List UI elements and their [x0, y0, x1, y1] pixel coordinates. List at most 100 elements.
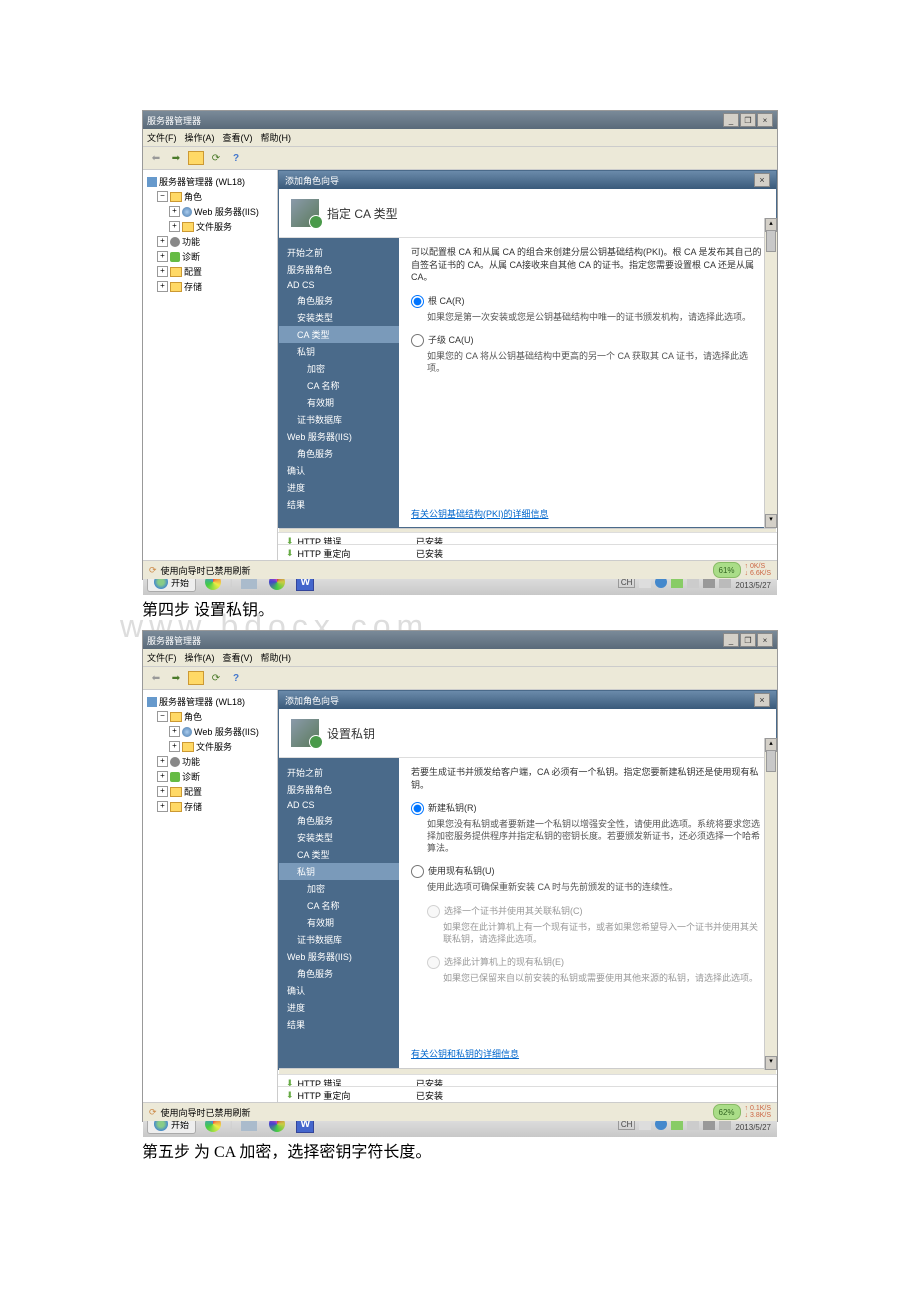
- pki-info-link[interactable]: 有关公钥基础结构(PKI)的详细信息: [411, 507, 549, 520]
- tree-features[interactable]: +功能: [145, 234, 275, 249]
- scroll-down-icon[interactable]: ▾: [765, 1056, 777, 1070]
- nav-forward-icon[interactable]: ➡: [167, 669, 185, 687]
- nav-confirm[interactable]: 确认: [279, 982, 399, 999]
- menu-help[interactable]: 帮助(H): [261, 131, 292, 144]
- menu-help[interactable]: 帮助(H): [261, 651, 292, 664]
- nav-crypto[interactable]: 加密: [279, 360, 399, 377]
- nav-web-iis[interactable]: Web 服务器(IIS): [279, 428, 399, 445]
- radio-new-key-input[interactable]: [411, 802, 424, 815]
- tree-roles[interactable]: −角色: [145, 189, 275, 204]
- radio-select-cert-label: 选择一个证书并使用其关联私钥(C): [444, 904, 583, 917]
- nav-server-roles[interactable]: 服务器角色: [279, 781, 399, 798]
- menu-file[interactable]: 文件(F): [147, 131, 177, 144]
- nav-progress[interactable]: 进度: [279, 479, 399, 496]
- folder-up-icon[interactable]: [187, 149, 205, 167]
- content-description: 若要生成证书并颁发给客户端，CA 必须有一个私钥。指定您要新建私钥还是使用现有私…: [411, 766, 764, 791]
- tree-root[interactable]: 服务器管理器 (WL18): [145, 694, 275, 709]
- http-redir-label: HTTP 重定向: [298, 547, 351, 560]
- nav-ca-name[interactable]: CA 名称: [279, 377, 399, 394]
- tree-storage[interactable]: +存储: [145, 799, 275, 814]
- minimize-button[interactable]: _: [723, 113, 739, 127]
- nav-adcs[interactable]: AD CS: [279, 278, 399, 292]
- tree-web-iis[interactable]: +Web 服务器(IIS): [145, 204, 275, 219]
- radio-sub-ca[interactable]: 子级 CA(U): [411, 333, 764, 347]
- radio-select-cert: 选择一个证书并使用其关联私钥(C): [411, 904, 764, 918]
- nav-back-icon[interactable]: ⬅: [147, 149, 165, 167]
- tree-diag[interactable]: +诊断: [145, 769, 275, 784]
- nav-web-iis[interactable]: Web 服务器(IIS): [279, 948, 399, 965]
- tree-file-svc[interactable]: +文件服务: [145, 739, 275, 754]
- refresh-icon[interactable]: ⟳: [207, 149, 225, 167]
- nav-crypto[interactable]: 加密: [279, 880, 399, 897]
- maximize-button[interactable]: ❐: [740, 113, 756, 127]
- radio-sub-ca-input[interactable]: [411, 334, 424, 347]
- tree-root[interactable]: 服务器管理器 (WL18): [145, 174, 275, 189]
- nav-before[interactable]: 开始之前: [279, 244, 399, 261]
- key-info-link[interactable]: 有关公钥和私钥的详细信息: [411, 1047, 519, 1060]
- tree-web-iis[interactable]: +Web 服务器(IIS): [145, 724, 275, 739]
- tree-config[interactable]: +配置: [145, 784, 275, 799]
- nav-validity[interactable]: 有效期: [279, 914, 399, 931]
- maximize-button[interactable]: ❐: [740, 633, 756, 647]
- wizard-icon: [291, 199, 319, 227]
- radio-new-key[interactable]: 新建私钥(R): [411, 801, 764, 815]
- nav-install-type[interactable]: 安装类型: [279, 309, 399, 326]
- help-icon[interactable]: ?: [227, 149, 245, 167]
- wizard-close-button[interactable]: ×: [754, 173, 770, 187]
- folder-up-icon[interactable]: [187, 669, 205, 687]
- refresh-icon[interactable]: ⟳: [207, 669, 225, 687]
- radio-existing-key[interactable]: 使用现有私钥(U): [411, 864, 764, 878]
- tree-roles[interactable]: −角色: [145, 709, 275, 724]
- nav-ca-type[interactable]: CA 类型: [279, 326, 399, 343]
- nav-role-svc2[interactable]: 角色服务: [279, 965, 399, 982]
- menu-view[interactable]: 查看(V): [223, 131, 253, 144]
- radio-existing-key-input[interactable]: [411, 865, 424, 878]
- nav-back-icon[interactable]: ⬅: [147, 669, 165, 687]
- nav-role-svc2[interactable]: 角色服务: [279, 445, 399, 462]
- nav-cert-db[interactable]: 证书数据库: [279, 931, 399, 948]
- scroll-thumb[interactable]: [766, 230, 776, 252]
- nav-ca-type[interactable]: CA 类型: [279, 846, 399, 863]
- tree-diag[interactable]: +诊断: [145, 249, 275, 264]
- nav-private-key[interactable]: 私钥: [279, 863, 399, 880]
- radio-root-ca[interactable]: 根 CA(R): [411, 294, 764, 308]
- menu-view[interactable]: 查看(V): [223, 651, 253, 664]
- menu-action[interactable]: 操作(A): [185, 131, 215, 144]
- scrollbar[interactable]: ▴ ▾: [764, 738, 777, 1070]
- menu-action[interactable]: 操作(A): [185, 651, 215, 664]
- nav-result[interactable]: 结果: [279, 1016, 399, 1033]
- radio-root-ca-input[interactable]: [411, 295, 424, 308]
- screenshot-1: 服务器管理器 _ ❐ × 文件(F) 操作(A) 查看(V) 帮助(H) ⬅ ➡…: [142, 110, 778, 580]
- close-button[interactable]: ×: [757, 113, 773, 127]
- nav-adcs[interactable]: AD CS: [279, 798, 399, 812]
- nav-before[interactable]: 开始之前: [279, 764, 399, 781]
- http-redir-status: 已安装: [416, 547, 516, 560]
- nav-progress[interactable]: 进度: [279, 999, 399, 1016]
- close-button[interactable]: ×: [757, 633, 773, 647]
- scroll-thumb[interactable]: [766, 750, 776, 772]
- main-titlebar: 服务器管理器 _ ❐ ×: [143, 111, 777, 129]
- menu-file[interactable]: 文件(F): [147, 651, 177, 664]
- nav-result[interactable]: 结果: [279, 496, 399, 513]
- nav-private-key[interactable]: 私钥: [279, 343, 399, 360]
- nav-ca-name[interactable]: CA 名称: [279, 897, 399, 914]
- main-titlebar: 服务器管理器 _ ❐ ×: [143, 631, 777, 649]
- scroll-down-icon[interactable]: ▾: [765, 514, 777, 528]
- nav-role-svc[interactable]: 角色服务: [279, 812, 399, 829]
- nav-forward-icon[interactable]: ➡: [167, 149, 185, 167]
- tree-storage[interactable]: +存储: [145, 279, 275, 294]
- scrollbar[interactable]: ▴ ▾: [764, 218, 777, 528]
- tree-file-svc[interactable]: +文件服务: [145, 219, 275, 234]
- nav-confirm[interactable]: 确认: [279, 462, 399, 479]
- nav-cert-db[interactable]: 证书数据库: [279, 411, 399, 428]
- tree-features[interactable]: +功能: [145, 754, 275, 769]
- radio-sub-ca-label: 子级 CA(U): [428, 333, 474, 346]
- nav-validity[interactable]: 有效期: [279, 394, 399, 411]
- minimize-button[interactable]: _: [723, 633, 739, 647]
- help-icon[interactable]: ?: [227, 669, 245, 687]
- nav-server-roles[interactable]: 服务器角色: [279, 261, 399, 278]
- nav-install-type[interactable]: 安装类型: [279, 829, 399, 846]
- tree-config[interactable]: +配置: [145, 264, 275, 279]
- wizard-close-button[interactable]: ×: [754, 693, 770, 707]
- nav-role-svc[interactable]: 角色服务: [279, 292, 399, 309]
